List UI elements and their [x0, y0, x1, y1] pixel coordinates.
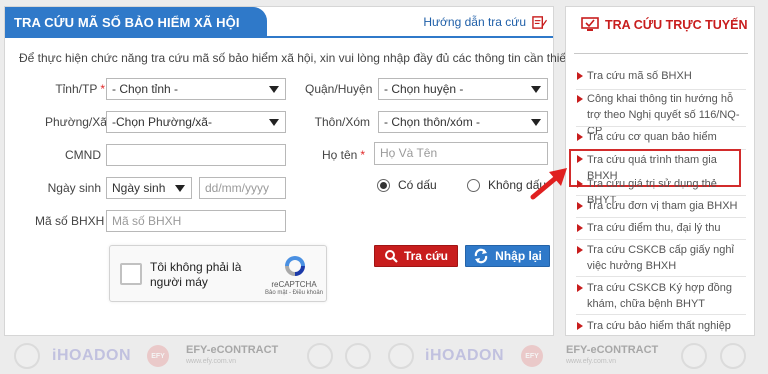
pointer-arrow-icon [530, 168, 567, 200]
ring-logo [345, 338, 371, 374]
bhxh-field[interactable]: Mã số BHXH [106, 210, 286, 232]
divider [576, 276, 746, 277]
side-item-bhxh-code[interactable]: Tra cứu mã số BHXH [571, 68, 749, 84]
panel-title: TRA CỨU MÃ SỐ BẢO HIỂM XÃ HỘI [5, 7, 267, 38]
efy-ring-logo [14, 338, 40, 374]
dob-type-select[interactable]: Ngày sinh [106, 177, 192, 199]
village-select-value: - Chọn thôn/xóm - [384, 115, 481, 129]
recaptcha-widget: Tôi không phải là người máy reCAPTCHA Bả… [109, 245, 327, 302]
dob-label: Ngày sinh [47, 181, 101, 195]
efy-econtract-logo: EFY-eCONTRACT www.efy.com.vn [566, 344, 659, 366]
chevron-down-icon [175, 185, 185, 192]
ihoadon-logo: iHOADON [52, 347, 132, 364]
village-select[interactable]: - Chọn thôn/xóm - [378, 111, 548, 133]
divider [576, 195, 746, 196]
ward-label: Phường/Xã [45, 115, 107, 129]
recaptcha-links[interactable]: Bảo mật - Điều khoản [264, 290, 324, 296]
recaptcha-logo-icon [285, 256, 305, 276]
name-label: Họ tên * [321, 148, 365, 162]
intro-text: Để thực hiện chức năng tra cứu mã số bảo… [19, 51, 573, 65]
efy-logo: EFY [147, 338, 169, 374]
dob-field[interactable]: dd/mm/yyyy [199, 177, 286, 199]
village-label: Thôn/Xóm [314, 115, 370, 129]
radio-selected-icon [377, 178, 390, 192]
efy-econtract-logo: EFY-eCONTRACT www.efy.com.vn [186, 344, 279, 366]
side-item-participating-units[interactable]: Tra cứu đơn vị tham gia BHXH [571, 198, 749, 214]
side-item-collection-points[interactable]: Tra cứu điểm thu, đại lý thu [571, 220, 749, 236]
chevron-down-icon [269, 86, 279, 93]
side-panel-title: TRA CỨU TRỰC TUYẾN [581, 17, 748, 32]
divider [576, 89, 746, 90]
chevron-down-icon [269, 119, 279, 126]
edit-document-icon [532, 15, 547, 29]
chevron-down-icon [531, 119, 541, 126]
recaptcha-label: Tôi không phải là người máy [150, 260, 242, 289]
bhxh-label: Mã số BHXH [35, 214, 105, 228]
district-label: Quận/Huyện [305, 82, 373, 96]
ward-select[interactable]: -Chọn Phường/xã- [106, 111, 286, 133]
chevron-down-icon [531, 86, 541, 93]
side-item-insurance-agency[interactable]: Tra cứu cơ quan bảo hiểm [571, 129, 749, 145]
dob-type-value: Ngày sinh [112, 181, 166, 195]
radio-unselected-icon [467, 178, 480, 192]
refresh-icon [474, 248, 488, 264]
reset-button-label: Nhập lại [495, 249, 542, 263]
side-item-leave-certificate[interactable]: Tra cứu CSKCB cấp giấy nghỉ việc hưởng B… [571, 242, 749, 274]
district-select-value: - Chọn huyện - [384, 82, 464, 96]
diacritics-yes-radio[interactable]: Có dấu [377, 178, 437, 192]
ring-logo [720, 338, 746, 374]
side-item-unemployment-insurance[interactable]: Tra cứu bảo hiểm thất nghiệp [571, 318, 749, 334]
guide-link-label: Hướng dẫn tra cứu [423, 15, 526, 29]
divider [576, 239, 746, 240]
recaptcha-brand: reCAPTCHA [271, 280, 317, 289]
guide-link[interactable]: Hướng dẫn tra cứu [423, 13, 547, 31]
side-item-bhyt-contracts[interactable]: Tra cứu CSKCB Ký hợp đồng khám, chữa bện… [571, 280, 749, 312]
online-lookup-panel: TRA CỨU TRỰC TUYẾN Tra cứu mã số BHXH Cô… [565, 6, 755, 336]
search-button[interactable]: Tra cứu [374, 245, 458, 267]
divider [576, 217, 746, 218]
id-label: CMND [65, 148, 101, 162]
panel-header: TRA CỨU MÃ SỐ BẢO HIỂM XÃ HỘI Hướng dẫn … [5, 7, 553, 38]
side-panel-title-text: TRA CỨU TRỰC TUYẾN [605, 17, 748, 32]
ring-logo [388, 338, 414, 374]
province-select[interactable]: - Chọn tỉnh - [106, 78, 286, 100]
divider [576, 314, 746, 315]
ring-logo [681, 338, 707, 374]
search-button-label: Tra cứu [403, 249, 449, 263]
lookup-panel: TRA CỨU MÃ SỐ BẢO HIỂM XÃ HỘI Hướng dẫn … [4, 6, 573, 336]
ihoadon-logo: iHOADON [425, 347, 505, 364]
divider [574, 53, 748, 54]
province-label: Tỉnh/TP * [55, 82, 105, 96]
divider [576, 126, 746, 127]
id-field[interactable] [106, 144, 286, 166]
reset-button[interactable]: Nhập lại [465, 245, 550, 267]
recaptcha-checkbox[interactable] [120, 263, 142, 285]
diacritics-yes-label: Có dấu [398, 178, 437, 192]
footer-logo-strip: iHOADON EFY EFY-eCONTRACT www.efy.com.vn … [0, 338, 768, 374]
ward-select-value: -Chọn Phường/xã- [112, 115, 212, 129]
district-select[interactable]: - Chọn huyện - [378, 78, 548, 100]
ring-logo [307, 338, 333, 374]
province-select-value: - Chọn tỉnh - [112, 82, 179, 96]
search-icon [384, 250, 398, 263]
efy-logo: EFY [521, 338, 543, 374]
name-field[interactable]: Họ Và Tên [374, 142, 548, 165]
monitor-check-icon [581, 17, 599, 31]
